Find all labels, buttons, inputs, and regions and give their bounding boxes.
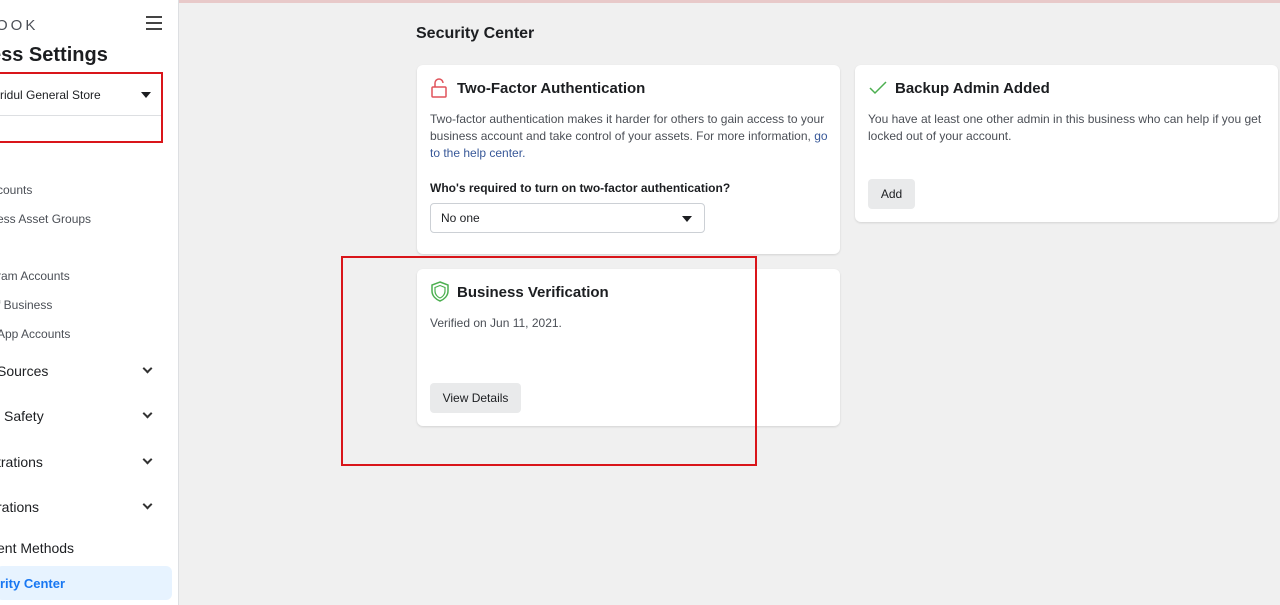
sidebar-section-data-sources[interactable]: Sources bbox=[0, 363, 157, 379]
section-label: rations bbox=[0, 499, 40, 515]
sidebar-item-business-asset-groups[interactable]: ess Asset Groups bbox=[0, 212, 91, 226]
add-admin-button[interactable]: Add bbox=[868, 179, 915, 209]
unlock-icon bbox=[431, 78, 447, 98]
section-label: l Safety bbox=[0, 408, 44, 424]
two-factor-description: Two-factor authentication makes it harde… bbox=[430, 112, 828, 160]
two-factor-requirement-select[interactable]: No one bbox=[430, 203, 705, 233]
sidebar-item-label: rity Center bbox=[0, 575, 66, 591]
sidebar-item-line-of-business[interactable]: f Business bbox=[0, 298, 52, 312]
sidebar-section-registrations[interactable]: trations bbox=[0, 454, 157, 470]
backup-admin-description: You have at least one other admin in thi… bbox=[868, 112, 1262, 143]
select-value: No one bbox=[441, 211, 480, 225]
brand-logo: OOK bbox=[0, 17, 39, 34]
sidebar: OOK ess Settings ridul General Store cou… bbox=[0, 0, 179, 605]
checkmark-icon bbox=[869, 81, 887, 95]
sidebar-item-whatsapp-accounts[interactable]: App Accounts bbox=[0, 327, 70, 341]
page-title: Security Center bbox=[416, 25, 535, 42]
sidebar-section-brand-safety[interactable]: l Safety bbox=[0, 408, 157, 424]
caret-down-icon bbox=[682, 216, 692, 222]
two-factor-title: Two-Factor Authentication bbox=[457, 80, 646, 97]
sidebar-item-security-center[interactable]: rity Center bbox=[0, 566, 172, 600]
account-name: ridul General Store bbox=[0, 87, 101, 102]
backup-admin-title: Backup Admin Added bbox=[895, 80, 1050, 97]
sidebar-item-instagram-accounts[interactable]: ram Accounts bbox=[0, 269, 70, 283]
verification-highlight bbox=[341, 256, 757, 466]
top-border bbox=[0, 0, 1280, 3]
sidebar-item-accounts[interactable]: counts bbox=[0, 183, 32, 197]
backup-admin-card: Backup Admin Added You have at least one… bbox=[855, 65, 1278, 222]
caret-down-icon bbox=[141, 92, 151, 98]
section-label: trations bbox=[0, 454, 43, 470]
section-label: Sources bbox=[0, 363, 49, 379]
two-factor-card: Two-Factor Authentication Two-factor aut… bbox=[417, 65, 840, 254]
sidebar-item-payment-methods[interactable]: ent Methods bbox=[0, 540, 157, 556]
app-title: ess Settings bbox=[0, 44, 108, 66]
hamburger-icon[interactable] bbox=[146, 16, 162, 30]
two-factor-question: Who's required to turn on two-factor aut… bbox=[430, 181, 731, 195]
sidebar-section-integrations[interactable]: rations bbox=[0, 499, 157, 515]
account-selector[interactable]: ridul General Store bbox=[0, 74, 161, 116]
account-selector-highlight: ridul General Store bbox=[0, 72, 163, 143]
